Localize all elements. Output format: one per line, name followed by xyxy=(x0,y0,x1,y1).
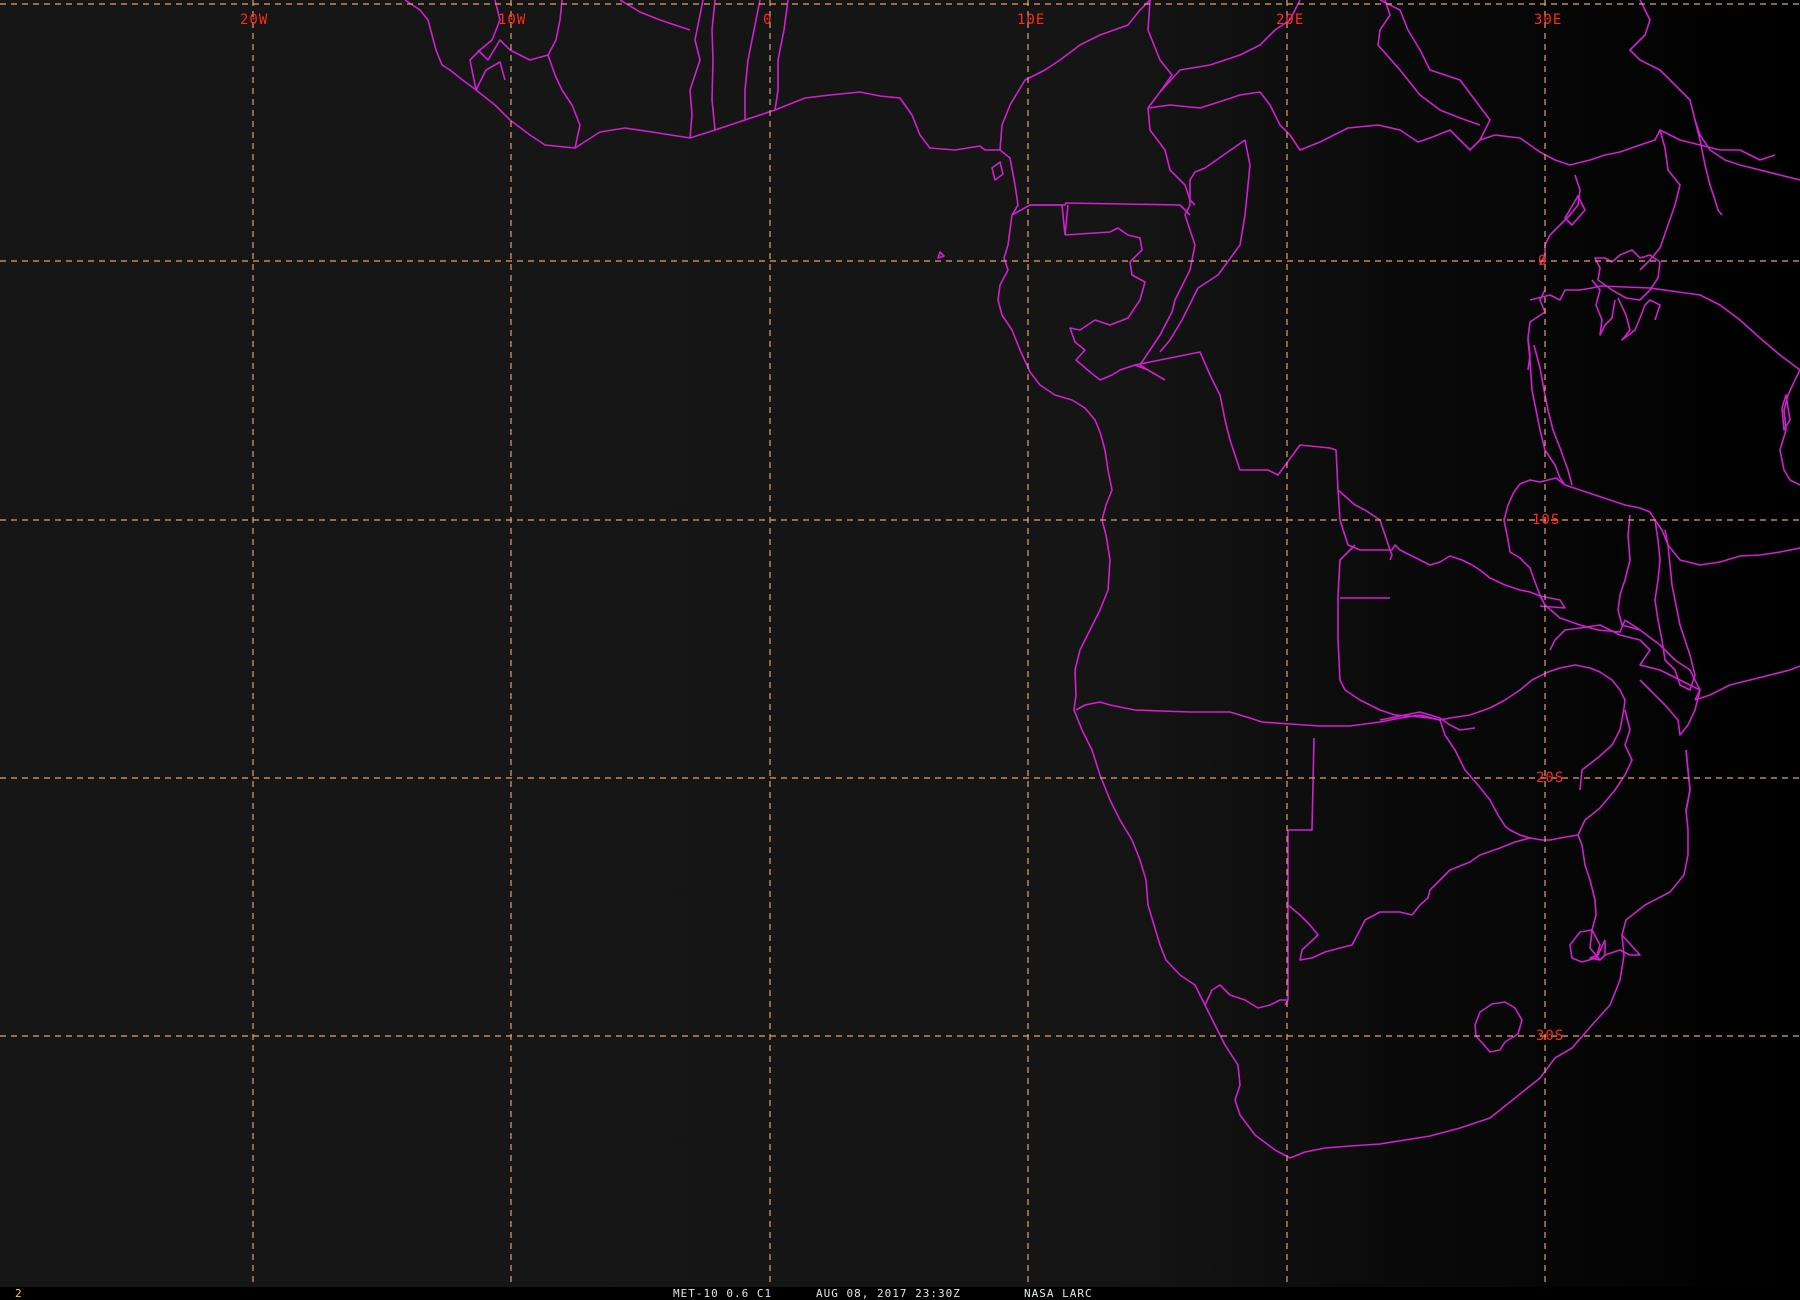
source-label: NASA LARC xyxy=(1024,1287,1093,1300)
satellite-imagery-background xyxy=(0,0,1800,1287)
datetime-label: AUG 08, 2017 23:30Z xyxy=(816,1287,961,1300)
product-label: MET-10 0.6 C1 xyxy=(673,1287,773,1300)
lon-label-20e: 20E xyxy=(1276,12,1305,28)
frame-number: 2 xyxy=(15,1287,22,1300)
lon-label-10w: 10W xyxy=(498,12,527,28)
lat-label-20s: 20S xyxy=(1536,770,1565,786)
lat-label-0: 0 xyxy=(1538,253,1548,269)
lon-label-0: 0 xyxy=(763,12,773,28)
satellite-image-viewer: 20W 10W 0 10E 20E 30E 0 10S 20S 30S 2 ME… xyxy=(0,0,1800,1300)
lat-label-30s: 30S xyxy=(1536,1028,1565,1044)
lon-label-20w: 20W xyxy=(240,12,269,28)
lon-label-10e: 10E xyxy=(1017,12,1046,28)
lon-label-30e: 30E xyxy=(1534,12,1563,28)
lat-label-10s: 10S xyxy=(1532,512,1561,528)
satellite-map[interactable] xyxy=(0,0,1800,1300)
